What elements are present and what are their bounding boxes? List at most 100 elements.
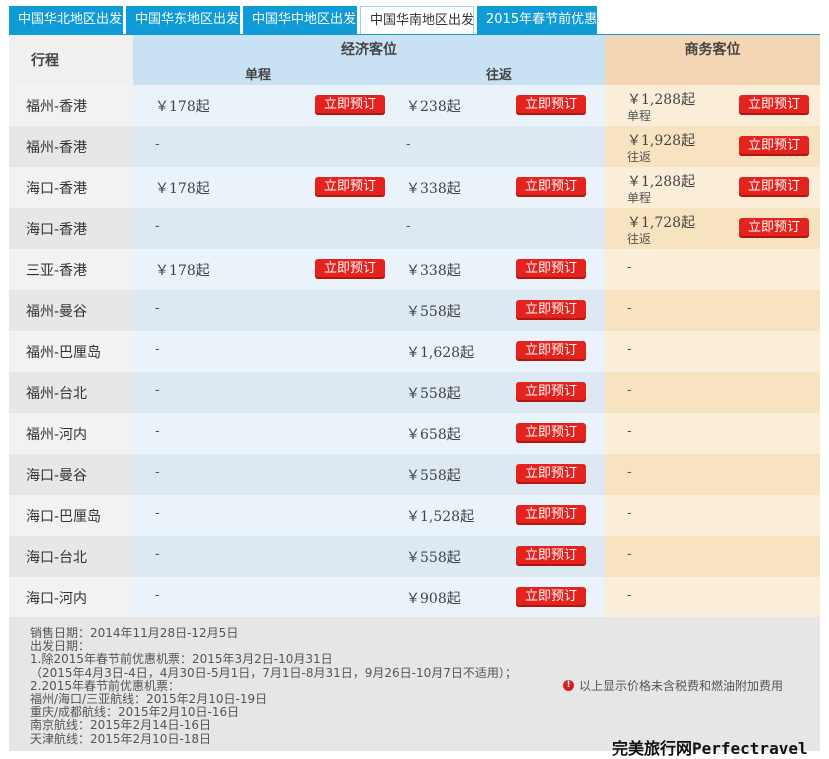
table-row: 海口-河内 - ￥908起 立即预订 - [9, 577, 820, 618]
empty-fare: - [627, 342, 632, 357]
note-line: 销售日期：2014年11月28日-12月5日 [30, 626, 239, 640]
round-trip-cell: ￥558起 立即预订 [394, 536, 605, 577]
table-body: 福州-香港 ￥178起 立即预订 ￥238起 立即预订 ￥1,288起 单程 立即预订 福州-香… [9, 85, 820, 618]
table-row: 海口-香港 ￥178起 立即预订 ￥338起 立即预订 ￥1,288起 单程 立即预订 [9, 167, 820, 208]
route-name: 海口-香港 [9, 167, 133, 208]
fare-price: ￥338起 [406, 263, 461, 279]
business-cell: - [605, 454, 820, 495]
empty-fare: - [155, 424, 160, 439]
table-row: 福州-香港 - - ￥1,928起 往返 立即预订 [9, 126, 820, 167]
empty-fare: - [627, 547, 632, 562]
empty-fare: - [627, 260, 632, 275]
fare-price: ￥558起 [406, 468, 461, 484]
round-trip-cell: ￥1,628起 立即预订 [394, 331, 605, 372]
round-trip-cell: ￥908起 立即预订 [394, 577, 605, 618]
one-way-cell: - [133, 331, 394, 372]
one-way-cell: ￥178起 立即预订 [133, 85, 394, 126]
route-name: 福州-香港 [9, 126, 133, 167]
empty-fare: - [627, 383, 632, 398]
one-way-cell: - [133, 208, 394, 249]
tab-2[interactable]: 中国华中地区出发 [243, 6, 357, 34]
book-now-button[interactable]: 立即预订 [739, 95, 809, 115]
fare-price: ￥558起 [406, 304, 461, 320]
book-now-button[interactable]: 立即预订 [516, 423, 586, 443]
book-now-button[interactable]: 立即预订 [739, 177, 809, 197]
business-cell: - [605, 413, 820, 454]
business-cell: - [605, 372, 820, 413]
empty-fare: - [627, 424, 632, 439]
note-line: 1.除2015年春节前优惠机票：2015年3月2日-10月31日 [30, 652, 333, 667]
business-cell: ￥1,728起 往返 立即预订 [605, 208, 820, 249]
tab-1[interactable]: 中国华东地区出发 [126, 6, 240, 34]
sale-notes: 销售日期：2014年11月28日-12月5日 出发日期： 1.除2015年春节前优惠… [30, 626, 517, 746]
fare-price: ￥1,728起 [627, 215, 696, 231]
book-now-button[interactable]: 立即预订 [516, 382, 586, 402]
brand-watermark: 完美旅行网Perfectravel [612, 739, 808, 758]
fare-type: 单程 [627, 191, 652, 205]
business-cell: - [605, 331, 820, 372]
empty-fare: - [406, 219, 411, 234]
fare-price: ￥178起 [155, 181, 210, 197]
fare-price: ￥658起 [406, 427, 461, 443]
route-name: 海口-台北 [9, 536, 133, 577]
tab-0[interactable]: 中国华北地区出发 [9, 6, 123, 34]
book-now-button[interactable]: 立即预订 [516, 464, 586, 484]
tab-4[interactable]: 2015年春节前优惠 [477, 6, 597, 34]
route-name: 海口-巴厘岛 [9, 495, 133, 536]
one-way-cell: - [133, 126, 394, 167]
book-now-button[interactable]: 立即预订 [739, 136, 809, 156]
route-name: 福州-河内 [9, 413, 133, 454]
book-now-button[interactable]: 立即预订 [516, 341, 586, 361]
header-economy: 经济客位 单程 往返 [133, 35, 605, 85]
empty-fare: - [155, 137, 160, 152]
route-name: 海口-香港 [9, 208, 133, 249]
round-trip-cell: ￥338起 立即预订 [394, 167, 605, 208]
route-name: 福州-香港 [9, 85, 133, 126]
table-row: 福州-河内 - ￥658起 立即预订 - [9, 413, 820, 454]
book-now-button[interactable]: 立即预订 [516, 505, 586, 525]
one-way-cell: ￥178起 立即预订 [133, 167, 394, 208]
one-way-cell: - [133, 577, 394, 618]
fare-price: ￥558起 [406, 386, 461, 402]
one-way-cell: - [133, 290, 394, 331]
book-now-button[interactable]: 立即预订 [516, 300, 586, 320]
fare-price: ￥1,928起 [627, 133, 696, 149]
note-line: （2015年4月3日-4日，4月30日-5月1日，7月1日-8月31日，9月26… [30, 665, 517, 680]
route-name: 福州-巴厘岛 [9, 331, 133, 372]
route-name: 海口-河内 [9, 577, 133, 618]
book-now-button[interactable]: 立即预订 [516, 95, 586, 115]
book-now-button[interactable]: 立即预订 [315, 259, 385, 279]
book-now-button[interactable]: 立即预订 [315, 177, 385, 197]
book-now-button[interactable]: 立即预订 [315, 95, 385, 115]
fare-price: ￥178起 [155, 263, 210, 279]
business-cell: ￥1,288起 单程 立即预订 [605, 167, 820, 208]
tab-3[interactable]: 中国华南地区出发 [360, 6, 474, 35]
one-way-cell: - [133, 495, 394, 536]
empty-fare: - [627, 506, 632, 521]
book-now-button[interactable]: 立即预订 [516, 177, 586, 197]
book-now-button[interactable]: 立即预订 [739, 218, 809, 238]
fare-price: ￥1,288起 [627, 174, 696, 190]
book-now-button[interactable]: 立即预订 [516, 546, 586, 566]
note-line: 南京航线：2015年2月14日-16日 [30, 718, 212, 733]
footer-notes: 销售日期：2014年11月28日-12月5日 出发日期： 1.除2015年春节前优惠… [9, 617, 820, 751]
route-name: 海口-曼谷 [9, 454, 133, 495]
empty-fare: - [627, 588, 632, 603]
table-row: 海口-曼谷 - ￥558起 立即预订 - [9, 454, 820, 495]
fare-type: 往返 [627, 232, 652, 246]
table-row: 海口-巴厘岛 - ￥1,528起 立即预订 - [9, 495, 820, 536]
book-now-button[interactable]: 立即预订 [516, 259, 586, 279]
round-trip-cell: - [394, 208, 605, 249]
round-trip-cell: ￥338起 立即预订 [394, 249, 605, 290]
book-now-button[interactable]: 立即预订 [516, 587, 586, 607]
fare-type: 往返 [627, 150, 652, 164]
one-way-cell: - [133, 536, 394, 577]
route-name: 三亚-香港 [9, 249, 133, 290]
table-row: 福州-台北 - ￥558起 立即预订 - [9, 372, 820, 413]
empty-fare: - [155, 588, 160, 603]
fare-type: 单程 [627, 109, 652, 123]
note-line: 天津航线：2015年2月10日-18日 [30, 731, 212, 746]
business-cell: ￥1,928起 往返 立即预订 [605, 126, 820, 167]
fare-price: ￥908起 [406, 591, 461, 607]
header-one-way: 单程 [245, 68, 272, 83]
